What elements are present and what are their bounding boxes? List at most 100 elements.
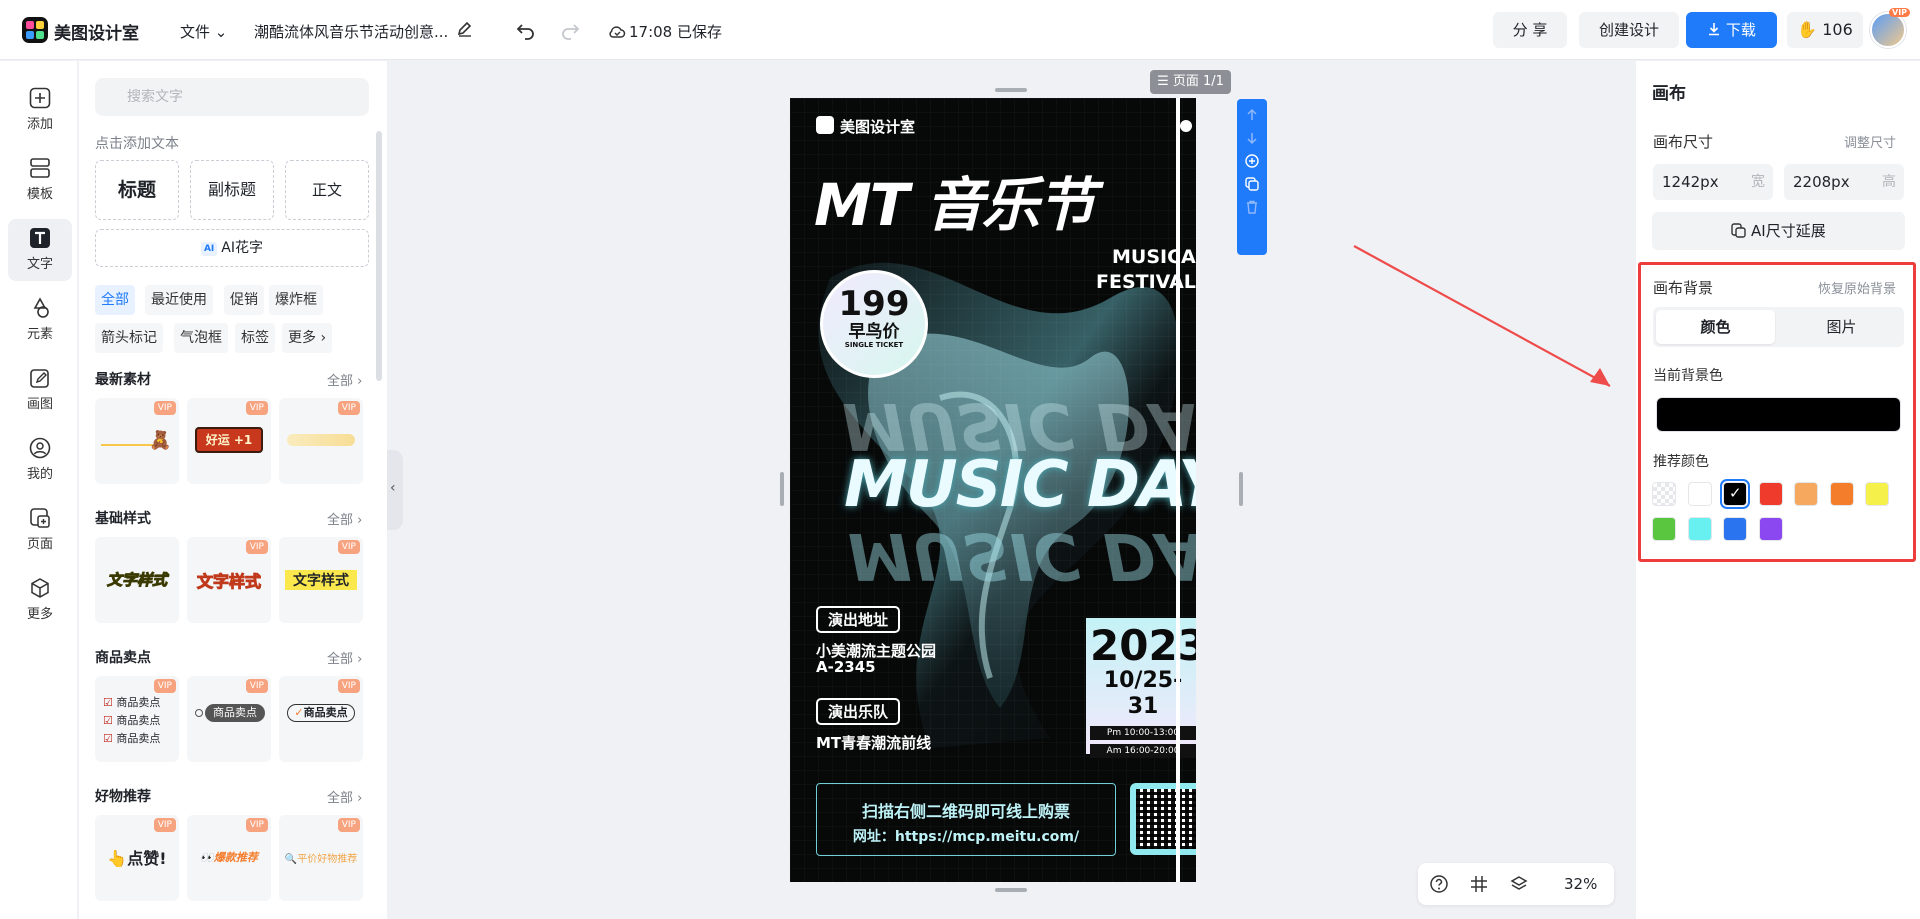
width-field[interactable]: 1242px 宽 xyxy=(1653,164,1773,200)
resize-handle-right[interactable] xyxy=(1239,472,1243,506)
vip-badge: VIP xyxy=(1889,8,1911,17)
style-thumb[interactable]: 文字样式 VIP xyxy=(279,537,363,623)
material-thumb[interactable]: VIP xyxy=(279,398,363,484)
rail-add[interactable]: 添加 xyxy=(8,79,72,141)
section-title: 基础样式 xyxy=(95,511,151,527)
height-field[interactable]: 2208px 高 xyxy=(1784,164,1904,200)
music-day-echo-bottom: MUSIC DAY xyxy=(848,518,1196,592)
poster-headline: MT 音乐节 xyxy=(814,171,1095,239)
recommend-thumb[interactable]: 👀爆款推荐 VIP xyxy=(187,815,271,901)
chip-promo[interactable]: 促销 xyxy=(224,285,264,315)
create-design-button[interactable]: 创建设计 xyxy=(1579,12,1679,48)
resize-handle-top[interactable] xyxy=(995,88,1027,92)
zoom-level[interactable]: 32% xyxy=(1564,875,1597,893)
chevron-down-icon: ⌄ xyxy=(214,23,228,41)
undo-icon[interactable] xyxy=(514,18,538,42)
add-heading-button[interactable]: 标题 xyxy=(95,160,179,220)
rail-text[interactable]: 文字 xyxy=(8,219,72,281)
trash-icon[interactable] xyxy=(1245,200,1259,214)
size-label: 画布尺寸 xyxy=(1653,133,1714,151)
add-body-button[interactable]: 正文 xyxy=(285,160,369,220)
list-icon: ☰ xyxy=(1157,74,1169,89)
chip-tag[interactable]: 标签 xyxy=(235,323,275,353)
coin-balance[interactable]: ✋ 106 xyxy=(1787,12,1863,48)
left-rail: 添加 模板 文字 元素 画图 我的 页面 更多 xyxy=(0,61,78,919)
material-thumb[interactable]: 好运 +1 VIP xyxy=(187,398,271,484)
selling-point-thumb[interactable]: ✓商品卖点 VIP xyxy=(279,676,363,762)
file-menu[interactable]: 文件 ⌄ xyxy=(180,21,227,42)
cloud-icon xyxy=(609,26,626,38)
chip-bubble[interactable]: 气泡框 xyxy=(174,323,228,353)
chip-arrow[interactable]: 箭头标记 xyxy=(95,323,163,353)
poster-canvas[interactable]: 美图设计室 MT 音乐节 MUSICAL FESTIVALS 199 早鸟价 S… xyxy=(790,98,1196,882)
qr-code[interactable] xyxy=(1130,783,1196,855)
chip-burst[interactable]: 爆炸框 xyxy=(269,285,323,315)
user-icon xyxy=(29,437,51,459)
section-title: 商品卖点 xyxy=(95,650,151,666)
recommend-thumb[interactable]: 👆点赞! VIP xyxy=(95,815,179,901)
band-label: 演出乐队 xyxy=(816,698,901,725)
top-bar: 美图设计室 文件 ⌄ 潮酷流体风音乐节活动创意... 17:08 已保存 分 享… xyxy=(0,0,1920,60)
avatar[interactable] xyxy=(1870,12,1906,48)
material-thumb[interactable]: 🧸 VIP xyxy=(95,398,179,484)
section-all-link[interactable]: 全部 › xyxy=(327,509,362,528)
section-all-link[interactable]: 全部 › xyxy=(327,370,362,389)
chip-recent[interactable]: 最近使用 xyxy=(145,285,213,315)
section-all-link[interactable]: 全部 › xyxy=(327,648,362,667)
panel-title: 画布 xyxy=(1652,84,1686,104)
selling-point-thumb[interactable]: ☑ 商品卖点 ☑ 商品卖点 ☑ 商品卖点 VIP xyxy=(95,676,179,762)
ai-text-button[interactable]: AI AI花字 xyxy=(95,229,369,267)
save-status: 17:08 已保存 xyxy=(608,21,722,42)
arrow-down-icon[interactable] xyxy=(1245,131,1259,145)
chip-all[interactable]: 全部 xyxy=(95,285,135,315)
venue-line-2: A-2345 xyxy=(816,658,876,676)
share-button[interactable]: 分 享 xyxy=(1493,12,1567,48)
chip-more[interactable]: 更多 › xyxy=(282,323,333,353)
rail-more[interactable]: 更多 xyxy=(8,569,72,631)
page-add-icon xyxy=(30,508,50,528)
style-thumb[interactable]: 文字样式 xyxy=(95,537,179,623)
poster-toggle-icon xyxy=(1180,120,1192,132)
resize-handle-left[interactable] xyxy=(780,472,784,506)
resize-handle-bottom[interactable] xyxy=(995,888,1027,892)
logo-text[interactable]: 美图设计室 xyxy=(54,19,139,44)
collapse-panel-button[interactable]: ‹ xyxy=(387,450,403,530)
price-badge: 199 早鸟价 SINGLE TICKET xyxy=(820,270,928,378)
element-toolbar xyxy=(1237,99,1267,255)
annotation-arrow xyxy=(1353,245,1611,387)
poster-brand: 美图设计室 xyxy=(840,118,916,136)
ai-extend-button[interactable]: AI尺寸延展 xyxy=(1652,212,1905,250)
rail-draw[interactable]: 画图 xyxy=(8,359,72,421)
section-title: 好物推荐 xyxy=(95,789,151,805)
document-title[interactable]: 潮酷流体风音乐节活动创意... xyxy=(254,21,448,42)
panel-scrollbar[interactable] xyxy=(376,131,382,381)
section-all-link[interactable]: 全部 › xyxy=(327,787,362,806)
adjust-size-link[interactable]: 调整尺寸 xyxy=(1844,132,1896,151)
selling-point-thumb[interactable]: 商品卖点 VIP xyxy=(187,676,271,762)
magnifier-icon: 🔍 xyxy=(284,854,298,865)
band-name: MT青春潮流前线 xyxy=(816,734,932,752)
rail-mine[interactable]: 我的 xyxy=(8,429,72,491)
logo-icon[interactable] xyxy=(22,17,48,43)
download-button[interactable]: 下载 xyxy=(1686,12,1777,48)
hand-icon: 👆 xyxy=(107,849,128,868)
search-input[interactable]: 搜索文字 xyxy=(95,78,369,116)
edit-icon[interactable] xyxy=(456,20,474,38)
add-circle-icon[interactable] xyxy=(1245,154,1259,168)
poster-musical: MUSICAL xyxy=(1112,246,1196,268)
redo-icon[interactable] xyxy=(558,18,582,42)
duplicate-icon[interactable] xyxy=(1245,177,1259,191)
add-subheading-button[interactable]: 副标题 xyxy=(190,160,274,220)
poster-logo-icon xyxy=(816,116,834,134)
text-icon xyxy=(30,228,50,248)
arrow-up-icon[interactable] xyxy=(1245,108,1259,122)
rail-elements[interactable]: 元素 xyxy=(8,289,72,351)
page-indicator[interactable]: ☰ 页面 1/1 xyxy=(1150,70,1231,94)
grid-icon[interactable] xyxy=(1470,875,1488,893)
style-thumb[interactable]: 文字样式 VIP xyxy=(187,537,271,623)
recommend-thumb[interactable]: 🔍平价好物推荐 VIP xyxy=(279,815,363,901)
help-icon[interactable] xyxy=(1430,875,1448,893)
layers-icon[interactable] xyxy=(1510,875,1528,893)
rail-templates[interactable]: 模板 xyxy=(8,149,72,211)
rail-pages[interactable]: 页面 xyxy=(8,499,72,561)
